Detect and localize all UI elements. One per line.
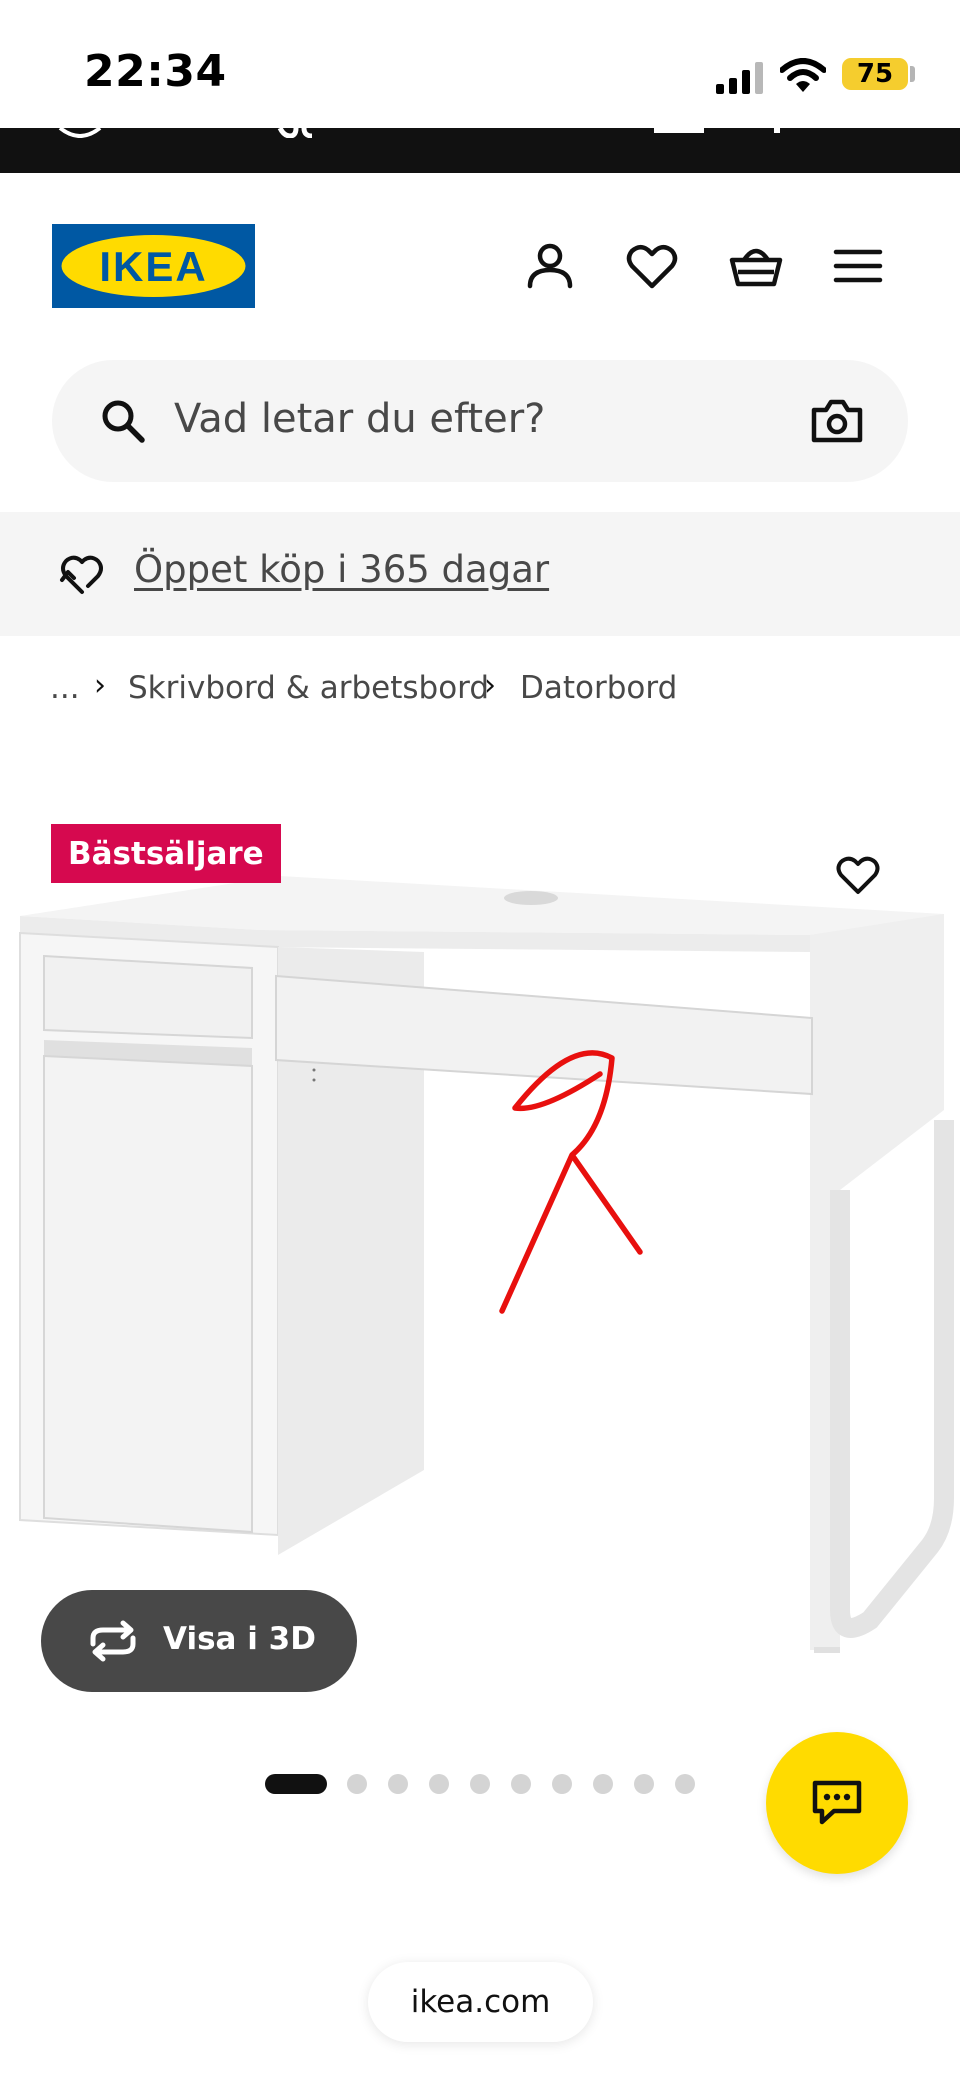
globe-icon [58, 128, 102, 138]
chat-bubble-icon [812, 1780, 862, 1825]
url-text: ikea.com [410, 1984, 551, 2020]
breadcrumb-desks[interactable]: Skrivbord & arbetsbord [128, 670, 489, 706]
view-3d-label: Visa i 3D [163, 1621, 316, 1657]
battery-icon: 75 [842, 58, 908, 90]
carousel-dot[interactable] [675, 1774, 695, 1794]
carousel-dot[interactable] [470, 1774, 490, 1794]
browser-url-bar[interactable]: ikea.com [368, 1962, 593, 2042]
add-to-favorites-icon[interactable] [832, 848, 884, 900]
carousel-dot[interactable] [593, 1774, 613, 1794]
chat-button[interactable] [766, 1732, 908, 1874]
carousel-dot[interactable] [511, 1774, 531, 1794]
battery-level: 75 [856, 59, 894, 89]
carousel-dot[interactable] [388, 1774, 408, 1794]
search-icon[interactable] [98, 396, 148, 446]
strip-icon-2 [277, 128, 313, 138]
top-toolbar-strip [0, 128, 960, 173]
open-purchase-link[interactable]: Öppet köp i 365 dagar [134, 548, 549, 591]
profile-icon[interactable] [520, 236, 580, 296]
product-image[interactable] [0, 790, 960, 1670]
search-input[interactable]: Vad letar du efter? [174, 396, 545, 442]
bestseller-badge: Bästsäljare [51, 824, 281, 883]
breadcrumb-computer-desks[interactable]: Datorbord [520, 670, 677, 706]
carousel-dot[interactable] [634, 1774, 654, 1794]
strip-icon-4 [774, 128, 780, 133]
breadcrumb-ellipsis[interactable]: ... [50, 670, 80, 706]
status-time: 22:34 [84, 46, 227, 97]
strip-icon-3 [654, 128, 704, 133]
chevron-right-icon: › [94, 668, 106, 703]
chevron-right-icon: › [484, 668, 496, 703]
battery-nub [910, 66, 915, 82]
carousel-dot[interactable] [429, 1774, 449, 1794]
favorites-heart-icon[interactable] [622, 236, 682, 296]
cellular-signal-icon [716, 62, 763, 94]
ikea-logo-text: IKEA [99, 243, 207, 290]
menu-hamburger-icon[interactable] [828, 236, 888, 296]
carousel-dot[interactable] [347, 1774, 367, 1794]
rotate-3d-icon [90, 1620, 136, 1662]
view-3d-button[interactable]: Visa i 3D [41, 1590, 357, 1692]
return-heart-icon [60, 555, 103, 594]
wifi-icon [780, 58, 826, 92]
ikea-logo[interactable]: IKEA [52, 224, 255, 308]
ikea-logo-mark: IKEA [52, 224, 255, 308]
carousel-dot[interactable] [552, 1774, 572, 1794]
cart-basket-icon[interactable] [726, 236, 786, 296]
camera-icon[interactable] [810, 396, 864, 446]
carousel-dot-active[interactable] [265, 1774, 327, 1794]
